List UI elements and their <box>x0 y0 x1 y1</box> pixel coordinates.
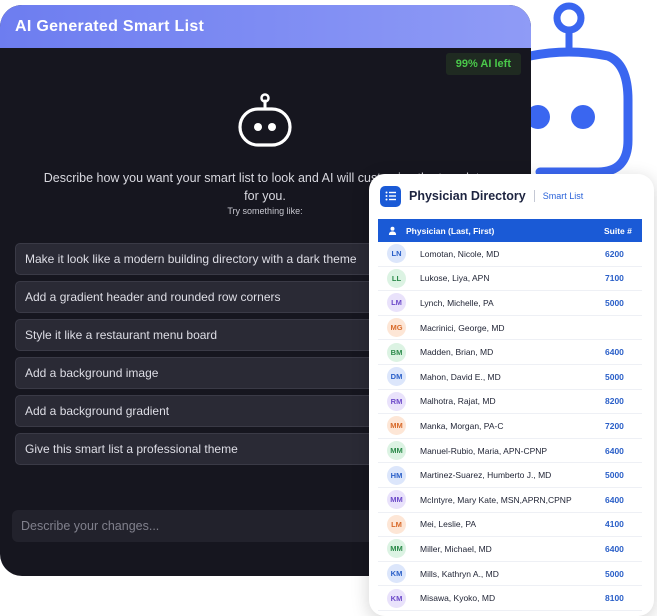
robot-icon <box>238 93 292 147</box>
suite-number: 6400 <box>605 494 624 505</box>
suite-number: 6400 <box>605 445 624 456</box>
table-row[interactable]: LM Mei, Leslie, PA 4100 <box>378 513 642 538</box>
suite-number: 8200 <box>605 396 624 407</box>
physician-name: Macrinici, George, MD <box>420 322 505 333</box>
avatar: LL <box>387 268 406 288</box>
suite-number: 4100 <box>605 519 624 530</box>
table-row[interactable]: DM Mahon, David E., MD 5000 <box>378 365 642 390</box>
suite-number: 5000 <box>605 371 624 382</box>
avatar: KM <box>387 588 406 608</box>
physician-name: Martinez-Suarez, Humberto J., MD <box>420 470 552 481</box>
avatar: RM <box>387 391 406 411</box>
avatar: HM <box>387 465 406 485</box>
avatar: MM <box>387 539 406 559</box>
suggestion-button[interactable]: Make it look like a modern building dire… <box>15 243 375 275</box>
table-row[interactable]: HM Martinez-Suarez, Humberto J., MD 5000 <box>378 463 642 488</box>
directory-title: Physician Directory <box>409 189 526 203</box>
physician-directory-card: Physician Directory Smart List Physician… <box>369 174 654 616</box>
suite-number: 7100 <box>605 273 624 284</box>
physician-name: Miller, Michael, MD <box>420 543 492 554</box>
suggestion-button[interactable]: Style it like a restaurant menu board <box>15 319 375 351</box>
physician-name: Malhotra, Rajat, MD <box>420 396 496 407</box>
table-row[interactable]: LL Lukose, Liya, APN 7100 <box>378 267 642 292</box>
table-row[interactable]: LM Lynch, Michelle, PA 5000 <box>378 291 642 316</box>
column-header-physician: Physician (Last, First) <box>406 225 495 236</box>
physician-name: Misawa, Kyoko, MD <box>420 593 496 604</box>
suggestion-button[interactable]: Add a background gradient <box>15 395 375 427</box>
avatar: LM <box>387 293 406 313</box>
directory-subtitle: Smart List <box>542 191 584 201</box>
ai-hint: Try something like: <box>227 206 303 216</box>
person-icon <box>378 226 406 235</box>
table-row[interactable]: MM Manka, Morgan, PA-C 7200 <box>378 414 642 439</box>
column-header-suite: Suite # <box>604 225 632 236</box>
suite-number: 5000 <box>605 297 624 308</box>
suggestion-button[interactable]: Add a background image <box>15 357 375 389</box>
physician-name: Mei, Leslie, PA <box>420 519 477 530</box>
ai-panel-header: AI Generated Smart List <box>0 5 531 48</box>
suite-number: 5000 <box>605 470 624 481</box>
suite-number: 5000 <box>605 568 624 579</box>
physician-name: Mills, Kathryn A., MD <box>420 568 499 579</box>
physician-name: Manuel-Rubio, Maria, APN-CPNP <box>420 445 548 456</box>
table-row[interactable]: MM Miller, Michael, MD 6400 <box>378 537 642 562</box>
suite-number: 6200 <box>605 248 624 259</box>
physician-name: Madden, Brian, MD <box>420 347 494 358</box>
table-row[interactable]: MG Macrinici, George, MD <box>378 316 642 341</box>
robot-mascot-icon <box>525 2 633 177</box>
avatar: LM <box>387 514 406 534</box>
table-row[interactable]: MM McIntyre, Mary Kate, MSN,APRN,CPNP 6400 <box>378 488 642 513</box>
suggestion-button[interactable]: Give this smart list a professional them… <box>15 433 375 465</box>
describe-changes-input[interactable] <box>12 510 377 542</box>
suite-number: 8100 <box>605 593 624 604</box>
physician-name: Mahon, David E., MD <box>420 371 501 382</box>
ai-quota-badge: 99% AI left <box>445 53 521 75</box>
suite-number: 6400 <box>605 347 624 358</box>
avatar: MM <box>387 416 406 436</box>
avatar: DM <box>387 367 406 387</box>
table-row[interactable]: RM Malhotra, Rajat, MD 8200 <box>378 390 642 415</box>
table-row[interactable]: MM Manuel-Rubio, Maria, APN-CPNP 6400 <box>378 439 642 464</box>
list-icon <box>380 185 401 207</box>
avatar: LN <box>387 244 406 264</box>
physician-name: Manka, Morgan, PA-C <box>420 420 504 431</box>
physician-name: McIntyre, Mary Kate, MSN,APRN,CPNP <box>420 494 572 505</box>
table-row[interactable]: KM Misawa, Kyoko, MD 8100 <box>378 586 642 611</box>
suite-number: 6400 <box>605 543 624 554</box>
avatar: MG <box>387 318 406 338</box>
table-row[interactable]: BM Madden, Brian, MD 6400 <box>378 340 642 365</box>
avatar: KM <box>387 564 406 584</box>
ai-panel-title: AI Generated Smart List <box>15 17 205 35</box>
header-divider <box>533 190 535 202</box>
suggestion-button[interactable]: Add a gradient header and rounded row co… <box>15 281 375 313</box>
suggestion-list: Make it look like a modern building dire… <box>15 243 375 471</box>
directory-header: Physician Directory Smart List <box>369 174 654 218</box>
suite-number: 7200 <box>605 420 624 431</box>
table-body: LN Lomotan, Nicole, MD 6200 LL Lukose, Liya,… <box>378 242 642 611</box>
avatar: BM <box>387 342 406 362</box>
table-row[interactable]: LN Lomotan, Nicole, MD 6200 <box>378 242 642 267</box>
table-header: Physician (Last, First) Suite # <box>378 219 642 242</box>
physician-table: Physician (Last, First) Suite # LN Lomota… <box>378 219 642 611</box>
physician-name: Lomotan, Nicole, MD <box>420 248 500 259</box>
avatar: MM <box>387 490 406 510</box>
physician-name: Lynch, Michelle, PA <box>420 297 494 308</box>
avatar: MM <box>387 441 406 461</box>
table-row[interactable]: KM Mills, Kathryn A., MD 5000 <box>378 562 642 587</box>
physician-name: Lukose, Liya, APN <box>420 273 490 284</box>
stage: AI Generated Smart List 99% AI left Desc… <box>0 0 657 616</box>
